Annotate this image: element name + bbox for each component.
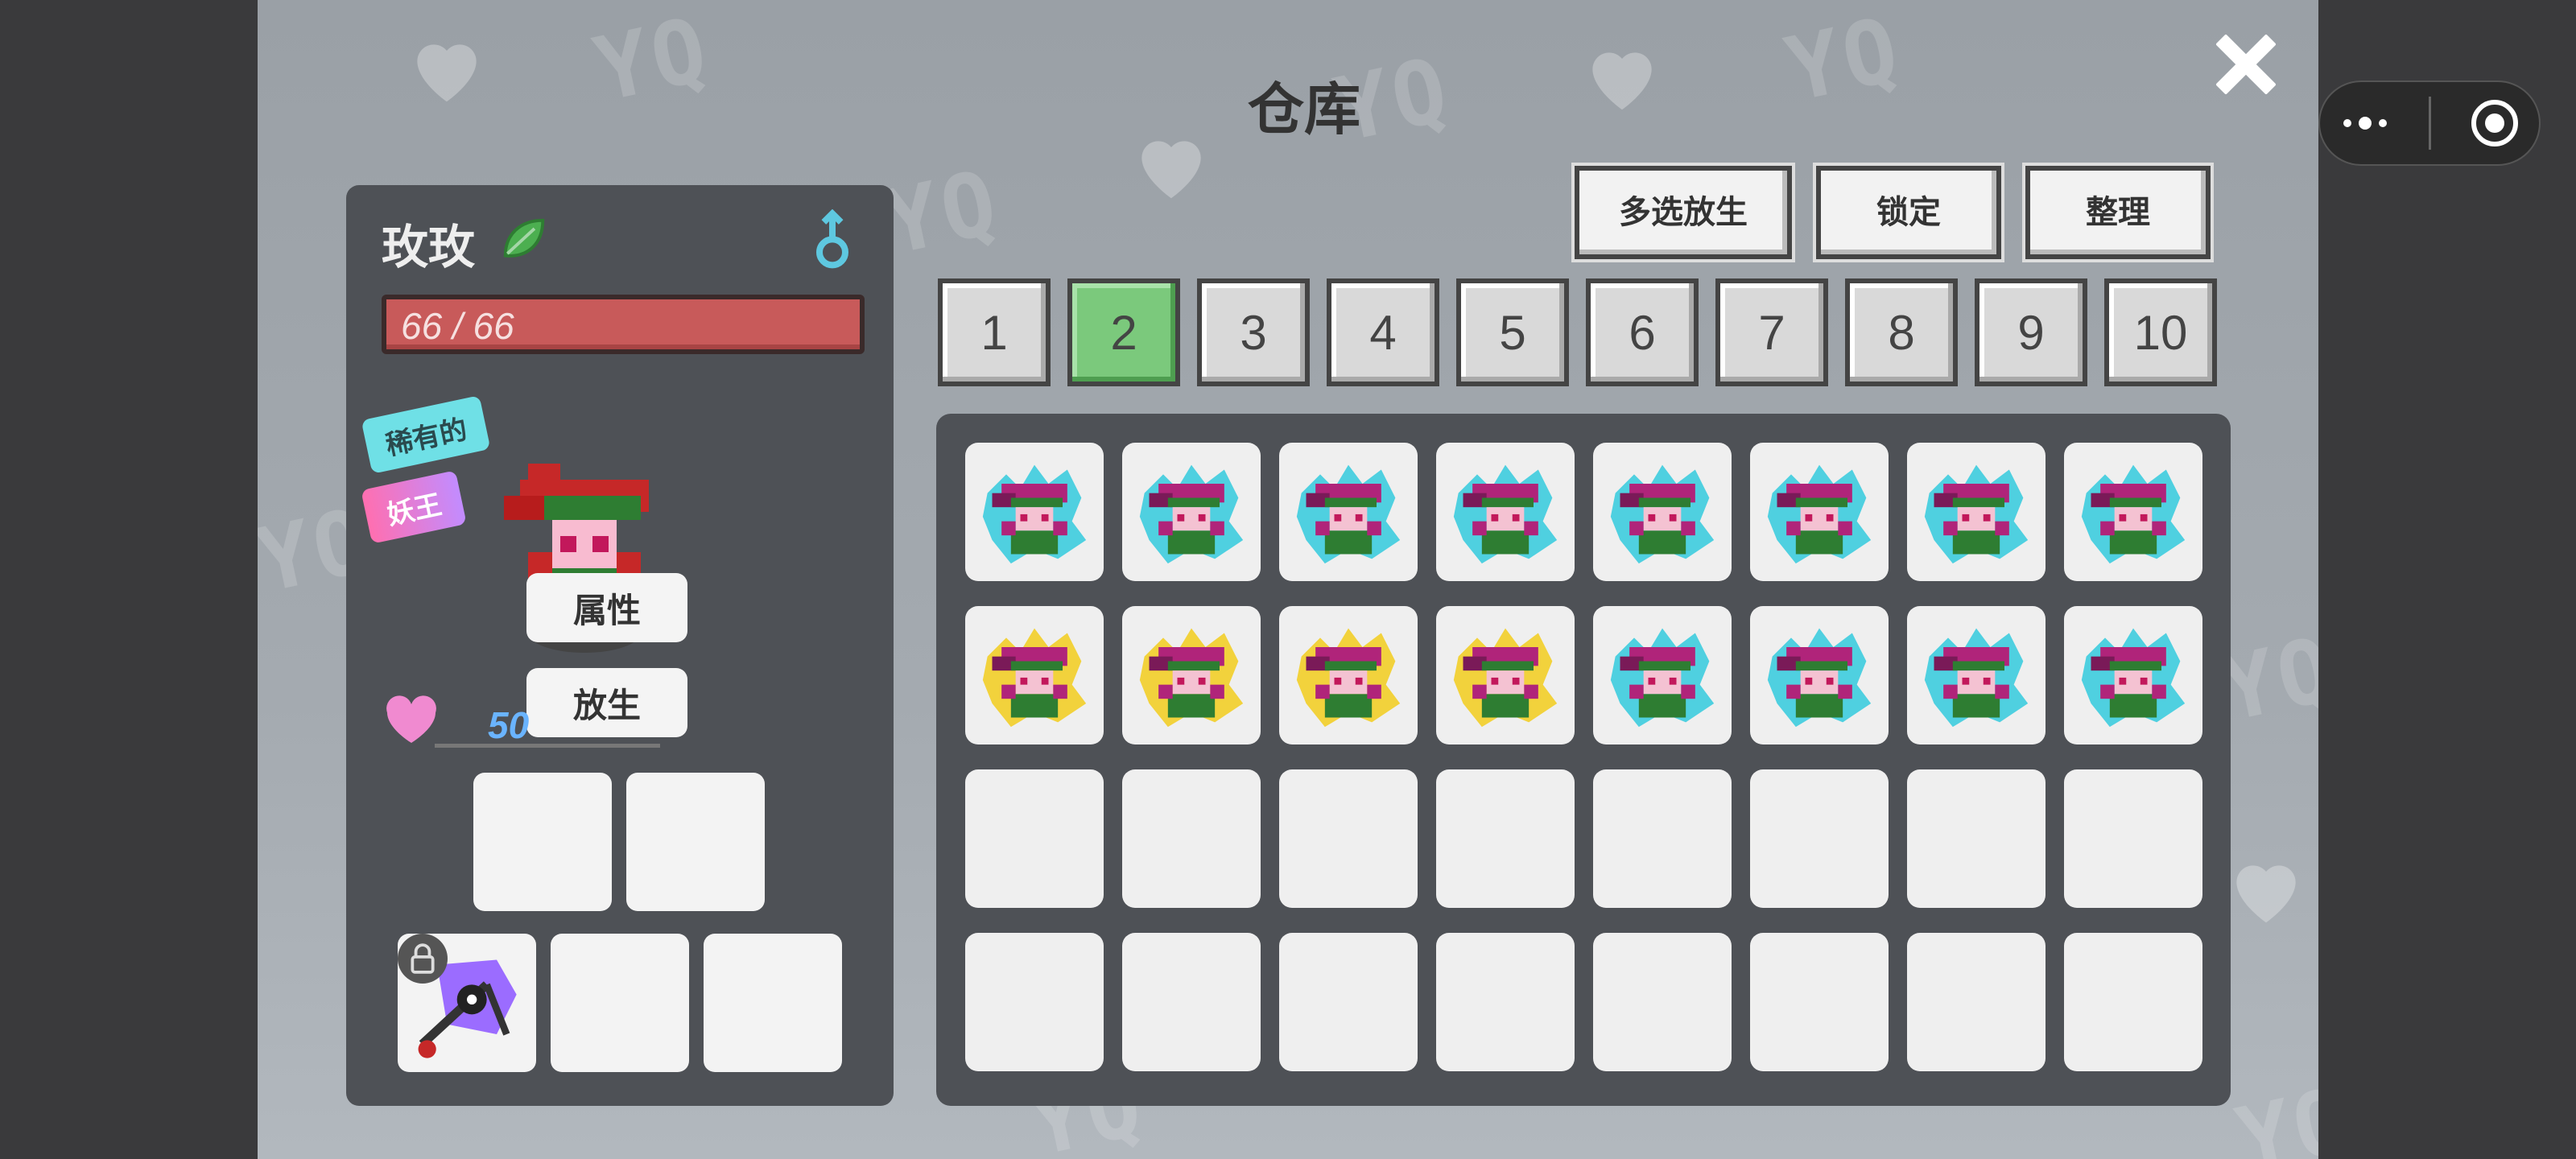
empty-storage-slot[interactable] xyxy=(1122,769,1261,908)
pet-thumbnail-icon xyxy=(1767,628,1872,728)
watermark: YQ xyxy=(586,0,719,122)
tab-page-8[interactable]: 8 xyxy=(1845,278,1958,386)
pet-thumbnail-icon xyxy=(1296,628,1401,728)
pet-thumbnail-icon xyxy=(2081,464,2186,564)
leaf-icon xyxy=(503,218,545,258)
pet-thumbnail-icon xyxy=(1924,628,2029,728)
tab-page-1[interactable]: 1 xyxy=(938,278,1051,386)
empty-storage-slot[interactable] xyxy=(1279,769,1418,908)
rarity-badge: 稀有的 xyxy=(361,395,491,474)
empty-storage-slot[interactable] xyxy=(1593,769,1732,908)
storage-pet-slot[interactable] xyxy=(1907,606,2046,744)
heart-decoration-icon xyxy=(1592,52,1652,110)
weapon-slot[interactable] xyxy=(398,934,536,1072)
lock-badge xyxy=(398,934,448,984)
empty-storage-slot[interactable] xyxy=(1122,933,1261,1071)
pet-thumbnail-icon xyxy=(1453,628,1558,728)
tab-page-7[interactable]: 7 xyxy=(1715,278,1828,386)
storage-pet-slot[interactable] xyxy=(965,443,1104,581)
storage-pet-slot[interactable] xyxy=(1750,443,1889,581)
empty-storage-slot[interactable] xyxy=(1593,933,1732,1071)
watermark: YQ xyxy=(876,150,1009,275)
multi-release-button[interactable]: 多选放生 xyxy=(1575,166,1792,259)
equip-slot[interactable] xyxy=(551,934,689,1072)
tab-page-5[interactable]: 5 xyxy=(1456,278,1569,386)
watermark: YQ xyxy=(1777,0,1910,122)
male-icon xyxy=(816,209,848,269)
hp-bar: 66 / 66 xyxy=(382,295,865,354)
storage-pet-slot[interactable] xyxy=(1907,443,2046,581)
pet-thumbnail-icon xyxy=(1767,464,1872,564)
pet-thumbnail-icon xyxy=(1139,464,1244,564)
heart-decoration-icon xyxy=(417,44,477,102)
empty-storage-slot[interactable] xyxy=(1907,769,2046,908)
close-icon[interactable] xyxy=(2206,24,2286,105)
affection-value: 50 xyxy=(488,704,530,746)
more-icon[interactable] xyxy=(2339,113,2391,133)
pet-thumbnail-icon xyxy=(1139,628,1244,728)
pet-detail-panel: 玫玫 66 / 66 稀有的 妖王 属性 放生 50 xyxy=(346,185,894,1106)
empty-storage-slot[interactable] xyxy=(2064,933,2202,1071)
storage-pet-slot[interactable] xyxy=(1122,606,1261,744)
tab-page-9[interactable]: 9 xyxy=(1975,278,2087,386)
capsule-divider xyxy=(2428,97,2431,150)
pet-thumbnail-icon xyxy=(982,628,1087,728)
affection-heart-icon xyxy=(386,695,436,743)
empty-storage-slot[interactable] xyxy=(1907,933,2046,1071)
pet-thumbnail-icon xyxy=(1610,628,1715,728)
rank-badge: 妖王 xyxy=(361,470,467,544)
storage-pet-slot[interactable] xyxy=(1750,606,1889,744)
empty-storage-slot[interactable] xyxy=(965,769,1104,908)
equip-slot[interactable] xyxy=(473,773,612,911)
empty-storage-slot[interactable] xyxy=(1750,769,1889,908)
pet-thumbnail-icon xyxy=(1453,464,1558,564)
storage-pet-slot[interactable] xyxy=(1593,443,1732,581)
pet-thumbnail-icon xyxy=(1296,464,1401,564)
storage-pet-slot[interactable] xyxy=(1279,443,1418,581)
storage-pet-slot[interactable] xyxy=(1436,606,1575,744)
affection-underline xyxy=(435,744,660,748)
storage-pet-slot[interactable] xyxy=(1593,606,1732,744)
heart-decoration-icon xyxy=(2236,865,2296,923)
empty-storage-slot[interactable] xyxy=(1750,933,1889,1071)
pet-thumbnail-icon xyxy=(1610,464,1715,564)
pet-thumbnail-icon xyxy=(982,464,1087,564)
lock-button[interactable]: 锁定 xyxy=(1816,166,2001,259)
exit-target-icon[interactable] xyxy=(2469,97,2520,149)
storage-pet-slot[interactable] xyxy=(2064,606,2202,744)
sort-button[interactable]: 整理 xyxy=(2025,166,2211,259)
empty-storage-slot[interactable] xyxy=(2064,769,2202,908)
game-screen: YQ YQ YQ YQ YQ YQ YQ YQ YQ 仓库 多选放生 锁定 整理… xyxy=(258,0,2318,1159)
storage-pet-slot[interactable] xyxy=(965,606,1104,744)
tab-page-3[interactable]: 3 xyxy=(1197,278,1310,386)
tab-page-2[interactable]: 2 xyxy=(1067,278,1180,386)
empty-storage-slot[interactable] xyxy=(1436,933,1575,1071)
tab-page-4[interactable]: 4 xyxy=(1327,278,1439,386)
storage-pet-slot[interactable] xyxy=(1436,443,1575,581)
equip-slot[interactable] xyxy=(626,773,765,911)
storage-grid xyxy=(936,414,2231,1106)
equip-slot[interactable] xyxy=(704,934,842,1072)
storage-pet-slot[interactable] xyxy=(2064,443,2202,581)
pet-thumbnail-icon xyxy=(1924,464,2029,564)
miniprogram-capsule xyxy=(2318,80,2541,166)
storage-pet-slot[interactable] xyxy=(1279,606,1418,744)
empty-storage-slot[interactable] xyxy=(1279,933,1418,1071)
empty-storage-slot[interactable] xyxy=(1436,769,1575,908)
empty-storage-slot[interactable] xyxy=(965,933,1104,1071)
pet-thumbnail-icon xyxy=(2081,628,2186,728)
hp-value: 66 / 66 xyxy=(401,305,514,347)
tab-page-10[interactable]: 10 xyxy=(2104,278,2217,386)
page-title: 仓库 xyxy=(1248,78,1360,141)
storage-pet-slot[interactable] xyxy=(1122,443,1261,581)
release-button[interactable]: 放生 xyxy=(526,668,687,737)
tab-page-6[interactable]: 6 xyxy=(1586,278,1699,386)
watermark: YQ xyxy=(2228,1067,2318,1159)
pet-name: 玫玫 xyxy=(382,221,476,274)
lock-icon xyxy=(411,943,435,974)
attributes-button[interactable]: 属性 xyxy=(526,573,687,642)
